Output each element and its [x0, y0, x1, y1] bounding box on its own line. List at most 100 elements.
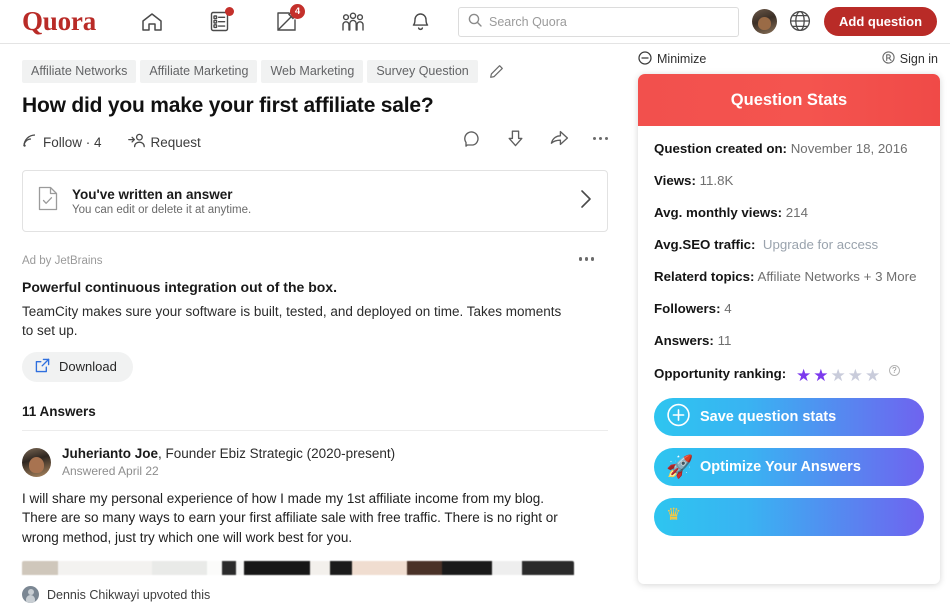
- registered-r-icon: [882, 51, 895, 67]
- ad-more-options-icon[interactable]: [579, 257, 594, 260]
- ad-headline: Powerful continuous integration out of t…: [22, 279, 608, 295]
- stat-label: Views:: [654, 173, 696, 188]
- user-avatar[interactable]: [752, 9, 777, 34]
- upvoter-avatar: [22, 586, 39, 603]
- topic-tag[interactable]: Affiliate Networks: [22, 60, 136, 83]
- stat-answers: Answers: 11: [654, 332, 924, 350]
- top-navigation-bar: Quora 4: [0, 0, 950, 44]
- upvoted-by-row: Dennis Chikwayi upvoted this: [22, 586, 608, 603]
- search-icon: [468, 13, 482, 32]
- nav-icon-group: 4: [138, 8, 434, 36]
- third-rail-button[interactable]: ♛: [654, 498, 924, 536]
- answer-date: Answered April 22: [62, 464, 395, 478]
- answer-author-name[interactable]: Juherianto Joe: [62, 446, 158, 461]
- save-question-stats-label: Save question stats: [700, 409, 836, 425]
- minimize-button[interactable]: Minimize: [638, 51, 706, 68]
- topic-tag[interactable]: Survey Question: [367, 60, 477, 83]
- written-answer-card[interactable]: You've written an answer You can edit or…: [22, 170, 608, 232]
- chevron-right-icon[interactable]: [579, 189, 592, 214]
- sign-in-button[interactable]: Sign in: [882, 51, 938, 67]
- rocket-icon: 🚀: [666, 456, 693, 478]
- question-stats-title: Question Stats: [638, 74, 940, 126]
- stat-question-created: Question created on: November 18, 2016: [654, 140, 924, 158]
- opportunity-label: Opportunity ranking:: [654, 366, 786, 381]
- crown-icon: ♛: [666, 505, 681, 525]
- stat-value: 11: [718, 333, 732, 348]
- comment-icon[interactable]: [463, 129, 482, 148]
- spaces-icon[interactable]: [339, 8, 367, 36]
- follow-rss-icon: [22, 133, 37, 151]
- search-input[interactable]: [489, 15, 719, 29]
- opportunity-star-rating[interactable]: ★ ★ ★ ★ ★: [796, 367, 880, 384]
- request-label: Request: [151, 135, 201, 150]
- question-stats-body: Question created on: November 18, 2016 V…: [638, 126, 940, 536]
- question-stats-rail: Minimize Sign in Question Stats Question…: [630, 44, 950, 607]
- help-question-mark-icon[interactable]: ?: [889, 365, 900, 376]
- stat-followers: Followers: 4: [654, 300, 924, 318]
- main-content-column: Affiliate Networks Affiliate Marketing W…: [0, 44, 630, 607]
- optimize-your-answers-button[interactable]: 🚀 Optimize Your Answers: [654, 448, 924, 486]
- ad-download-button[interactable]: Download: [22, 352, 133, 382]
- document-check-icon: [37, 186, 59, 216]
- downvote-icon[interactable]: [506, 129, 525, 148]
- question-more-options-icon[interactable]: [593, 137, 608, 140]
- answers-notification-dot: [225, 7, 234, 16]
- answer-item: Juherianto Joe, Founder Ebiz Strategic (…: [22, 446, 608, 607]
- plus-circle-icon: [666, 402, 691, 431]
- request-person-icon: [128, 133, 145, 151]
- external-link-icon: [35, 358, 50, 376]
- add-question-button[interactable]: Add question: [824, 7, 937, 36]
- star-icon[interactable]: ★: [813, 367, 828, 384]
- stat-label: Avg.SEO traffic:: [654, 237, 755, 252]
- request-button[interactable]: Request: [128, 133, 201, 151]
- written-answer-subtitle: You can edit or delete it at anytime.: [72, 204, 579, 216]
- answer-author-avatar[interactable]: [22, 448, 51, 477]
- stat-value: November 18, 2016: [791, 141, 908, 156]
- stat-views: Views: 11.8K: [654, 172, 924, 190]
- notifications-bell-icon[interactable]: [406, 8, 434, 36]
- stat-avg-seo-traffic: Avg.SEO traffic: Upgrade for access: [654, 236, 924, 254]
- write-icon[interactable]: 4: [272, 8, 300, 36]
- stat-opportunity-ranking: Opportunity ranking: ★ ★ ★ ★ ★ ?: [654, 365, 924, 384]
- question-action-icons: [463, 129, 608, 148]
- share-icon[interactable]: [549, 129, 569, 148]
- optimize-your-answers-label: Optimize Your Answers: [700, 459, 861, 475]
- topic-tag[interactable]: Affiliate Marketing: [140, 60, 257, 83]
- stat-avg-monthly-views: Avg. monthly views: 214: [654, 204, 924, 222]
- upvoted-by-label: Dennis Chikwayi upvoted this: [47, 588, 210, 602]
- answer-header: Juherianto Joe, Founder Ebiz Strategic (…: [22, 446, 608, 478]
- question-action-bar: Follow · 4 Request: [22, 129, 608, 155]
- language-globe-icon[interactable]: [788, 9, 812, 38]
- ad-body-text: TeamCity makes sure your software is bui…: [22, 302, 566, 340]
- topic-tag[interactable]: Web Marketing: [261, 60, 363, 83]
- stat-value: 4: [724, 301, 731, 316]
- edit-topics-pencil-icon[interactable]: [489, 64, 504, 79]
- minimize-label: Minimize: [657, 52, 706, 66]
- quora-logo[interactable]: Quora: [22, 6, 96, 37]
- save-question-stats-button[interactable]: Save question stats: [654, 398, 924, 436]
- star-icon[interactable]: ★: [796, 367, 811, 384]
- minimize-icon: [638, 51, 652, 68]
- question-title: How did you make your first affiliate sa…: [22, 93, 608, 118]
- answer-author-credential: , Founder Ebiz Strategic (2020-present): [158, 446, 395, 461]
- answers-icon[interactable]: [205, 8, 233, 36]
- follow-button[interactable]: Follow · 4: [22, 133, 102, 151]
- sign-in-label: Sign in: [900, 52, 938, 66]
- stat-value[interactable]: Affiliate Networks + 3 More: [757, 269, 916, 284]
- written-answer-text: You've written an answer You can edit or…: [72, 187, 579, 216]
- stat-value: 214: [786, 205, 808, 220]
- stat-label: Question created on:: [654, 141, 787, 156]
- answer-embedded-image: [22, 561, 574, 575]
- stat-label: Answers:: [654, 333, 714, 348]
- star-icon[interactable]: ★: [830, 367, 845, 384]
- stat-value: 11.8K: [700, 173, 734, 188]
- star-icon[interactable]: ★: [848, 367, 863, 384]
- upgrade-for-access-link[interactable]: Upgrade for access: [763, 237, 878, 252]
- follow-label: Follow · 4: [43, 135, 102, 150]
- topic-tag-list: Affiliate Networks Affiliate Marketing W…: [22, 60, 608, 83]
- home-icon[interactable]: [138, 8, 166, 36]
- search-bar[interactable]: [458, 7, 739, 37]
- page-body: Affiliate Networks Affiliate Marketing W…: [0, 44, 950, 607]
- star-icon[interactable]: ★: [865, 367, 880, 384]
- ad-download-label: Download: [59, 359, 117, 374]
